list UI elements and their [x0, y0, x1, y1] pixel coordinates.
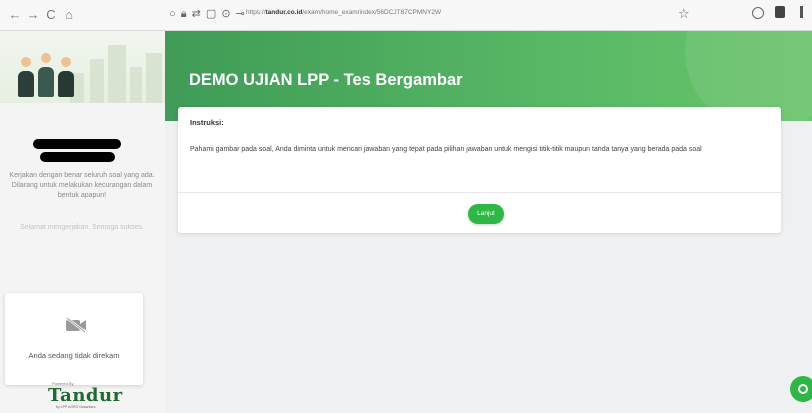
header-illustration	[0, 31, 165, 103]
redacted-name-bar	[33, 139, 121, 149]
tandur-logo: Tandur	[48, 385, 123, 406]
camera-status-text: Anda sedang tidak direkam	[28, 351, 120, 360]
site-info-icon[interactable]: ○ 🔒︎ ⇄ ▢ ⊙ ⊸	[169, 7, 246, 21]
back-icon[interactable]: ←	[6, 6, 24, 24]
divider	[178, 192, 781, 193]
home-icon[interactable]: ⌂	[60, 6, 78, 24]
browser-toolbar: ← → C ⌂ ○ 🔒︎ ⇄ ▢ ⊙ ⊸ https://tandur.co.i…	[0, 0, 812, 31]
bookmark-star-icon[interactable]: ☆	[678, 6, 690, 22]
url-path: /exam/home_exam/index/56DCJT87CPMNY2W	[302, 9, 442, 16]
instruction-card: Instruksi: Pahami gambar pada soal, Anda…	[178, 107, 781, 233]
forward-icon[interactable]: →	[24, 6, 42, 24]
instruction-text: Pahami gambar pada soal, Anda diminta un…	[190, 146, 702, 153]
logo-subtitle: by LPP AGRO Nusantara	[56, 405, 96, 409]
url-prefix: https://	[246, 9, 266, 16]
next-button[interactable]: Lanjut	[468, 204, 504, 224]
menu-icon[interactable]	[800, 6, 803, 18]
sidebar: Kerjakan dengan benar seluruh soal yang …	[0, 31, 165, 413]
address-bar[interactable]: ○ 🔒︎ ⇄ ▢ ⊙ ⊸ https://tandur.co.id/exam/h…	[165, 4, 735, 26]
camera-off-icon	[66, 317, 86, 333]
url-domain: tandur.co.id	[265, 9, 303, 16]
reload-icon[interactable]: C	[42, 6, 60, 24]
sidebar-warning-text: Kerjakan dengan benar seluruh soal yang …	[9, 172, 155, 199]
camera-panel: Anda sedang tidak direkam	[5, 293, 143, 385]
pocket-icon[interactable]	[752, 7, 764, 19]
chat-button[interactable]	[790, 376, 812, 402]
chat-icon	[798, 384, 808, 394]
extension-icon[interactable]	[775, 6, 785, 18]
sidebar-wish-text: Selamat mengerjakan. Semoga sukses.	[20, 224, 144, 231]
url-text[interactable]: https://tandur.co.id/exam/home_exam/inde…	[246, 9, 441, 16]
instruction-heading: Instruksi:	[190, 118, 224, 127]
redacted-name-bar	[40, 152, 115, 162]
page-title: DEMO UJIAN LPP - Tes Bergambar	[189, 71, 463, 89]
